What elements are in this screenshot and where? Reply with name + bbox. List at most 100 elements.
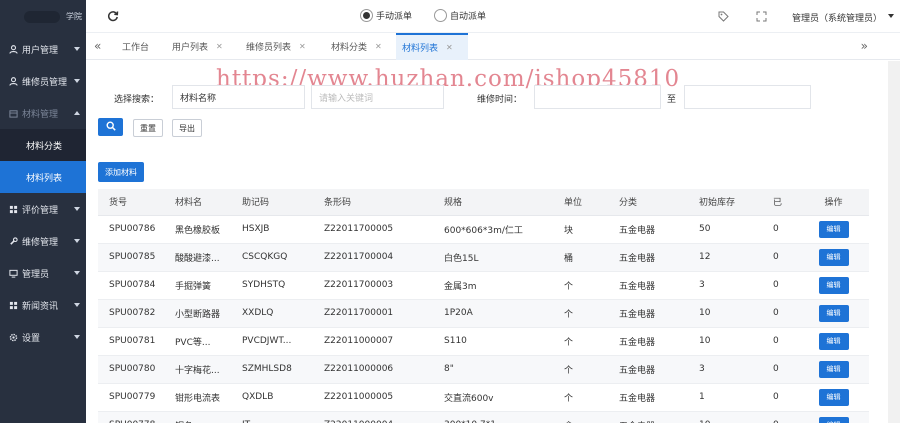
column-header[interactable]: 初始库存 <box>688 189 762 216</box>
table-cell: Z22011000005 <box>313 383 433 412</box>
sidebar-item-settings[interactable]: 设置 <box>0 321 86 353</box>
chevron-down-icon[interactable] <box>888 14 894 18</box>
edit-button[interactable]: 编辑 <box>818 416 849 423</box>
table-cell: 个 <box>553 271 608 300</box>
table-cell: PVC等... <box>164 327 231 356</box>
sidebar-item-admin[interactable]: 管理员 <box>0 257 86 289</box>
tabs-scroll-left-icon[interactable]: « <box>94 39 101 53</box>
sidebar-item-material-category[interactable]: 材料分类 <box>0 129 86 161</box>
table-cell: 钳形电流表 <box>164 383 231 412</box>
fullscreen-icon[interactable] <box>756 11 767 25</box>
table-cell: 0 <box>762 243 798 272</box>
edit-button[interactable]: 编辑 <box>818 248 849 266</box>
chevron-down-icon <box>74 335 80 339</box>
table-cell: Z22011000007 <box>313 327 433 356</box>
edit-button[interactable]: 编辑 <box>818 388 849 406</box>
close-icon[interactable]: ✕ <box>299 42 306 51</box>
close-icon[interactable]: ✕ <box>216 42 223 51</box>
column-header[interactable]: 单位 <box>553 189 608 216</box>
export-button[interactable]: 导出 <box>172 119 202 137</box>
table-cell: 0 <box>762 355 798 384</box>
table-cell: 个 <box>553 355 608 384</box>
sidebar-item-label: 材料列表 <box>26 173 63 184</box>
table-cell: 黑色橡胶板 <box>164 215 231 244</box>
sidebar-item-label: 新闻资讯 <box>22 301 59 312</box>
tab-repairer-list[interactable]: 维修员列表 ✕ <box>240 33 312 60</box>
column-header[interactable]: 条形码 <box>313 189 433 216</box>
search-field-select[interactable]: 材料名称 <box>172 85 305 109</box>
search-button[interactable] <box>98 118 123 136</box>
table-cell: 8" <box>433 355 553 384</box>
radio-auto-dispatch[interactable]: 自动派单 <box>434 9 486 22</box>
table-cell: Z22011700003 <box>313 271 433 300</box>
tab-material-list[interactable]: 材料列表 ✕ <box>396 33 468 60</box>
tabs-scroll-right-icon[interactable]: » <box>861 39 868 53</box>
table-cell: SPU00784 <box>98 271 164 300</box>
table-cell: 0 <box>762 327 798 356</box>
table-cell: 个 <box>553 327 608 356</box>
table-cell: JT <box>231 411 313 423</box>
start-date-input[interactable] <box>534 85 661 109</box>
close-icon[interactable]: ✕ <box>375 42 382 51</box>
table-row: SPU00781 PVC等... PVCDJWT... Z22011000007 S11… <box>98 327 869 356</box>
edit-button[interactable]: 编辑 <box>818 332 849 350</box>
admin-user-menu[interactable]: 管理员（系统管理员） <box>792 11 882 24</box>
materials-table: 货号 材料名 助记码 条形码 规格 单位 分类 初始库存 已 操作 SPU007… <box>98 189 869 423</box>
edit-button[interactable]: 编辑 <box>818 360 849 378</box>
actions-cell: 编辑 <box>798 327 869 356</box>
tab-material-category[interactable]: 材料分类 ✕ <box>325 33 388 60</box>
actions-cell: 编辑 <box>798 243 869 272</box>
column-header[interactable]: 规格 <box>433 189 553 216</box>
sidebar-item-user-management[interactable]: 用户管理 <box>0 33 86 65</box>
column-header[interactable]: 助记码 <box>231 189 313 216</box>
scrollbar[interactable] <box>888 61 900 423</box>
table-cell: 10 <box>688 299 762 328</box>
table-cell: 50 <box>688 215 762 244</box>
table-cell: Z22011700001 <box>313 299 433 328</box>
actions-cell: 编辑 <box>798 411 869 423</box>
search-field-value: 材料名称 <box>180 93 217 104</box>
sidebar-item-material-list[interactable]: 材料列表 <box>0 161 86 193</box>
table-cell: QXDLB <box>231 383 313 412</box>
table-row: SPU00782 小型断路器 XXDLQ Z22011700001 1P20A 个五金电器… <box>98 299 869 328</box>
sidebar-item-repairer-management[interactable]: 维修员管理 <box>0 65 86 97</box>
add-material-button[interactable]: 添加材料 <box>98 162 144 182</box>
column-header[interactable]: 分类 <box>608 189 688 216</box>
grid-icon <box>8 204 18 214</box>
keyword-input[interactable]: 请输入关键词 <box>311 85 444 109</box>
table-cell: SPU00778 <box>98 411 164 423</box>
refresh-icon[interactable] <box>107 10 119 22</box>
tab-dashboard[interactable]: 工作台 <box>116 33 155 60</box>
close-icon[interactable]: ✕ <box>446 43 453 52</box>
tab-label: 维修员列表 <box>246 43 292 53</box>
column-header[interactable]: 已 <box>762 189 798 216</box>
brand-text: 学院 <box>66 12 82 21</box>
sidebar-item-material-management[interactable]: 材料管理 <box>0 97 86 129</box>
sidebar-item-review-management[interactable]: 评价管理 <box>0 193 86 225</box>
reset-button[interactable]: 重置 <box>133 119 163 137</box>
column-header[interactable]: 材料名 <box>164 189 231 216</box>
sidebar-item-news[interactable]: 新闻资讯 <box>0 289 86 321</box>
sidebar-item-repair-management[interactable]: 维修管理 <box>0 225 86 257</box>
tab-label: 材料列表 <box>402 44 439 54</box>
brand-logo <box>24 10 60 23</box>
table-cell: 0 <box>762 383 798 412</box>
table-cell: S110 <box>433 327 553 356</box>
tab-user-list[interactable]: 用户列表 ✕ <box>166 33 229 60</box>
end-date-input[interactable] <box>684 85 811 109</box>
chevron-down-icon <box>74 239 80 243</box>
tag-icon[interactable] <box>718 11 729 25</box>
radio-manual-dispatch[interactable]: 手动派单 <box>360 9 412 22</box>
column-header[interactable]: 货号 <box>98 189 164 216</box>
topbar: 手动派单 自动派单 管理员（系统管理员） <box>86 0 900 33</box>
table-cell: 12 <box>688 243 762 272</box>
edit-button[interactable]: 编辑 <box>818 276 849 294</box>
sidebar-item-label: 用户管理 <box>22 45 59 56</box>
table-cell: SPU00780 <box>98 355 164 384</box>
edit-button[interactable]: 编辑 <box>818 220 849 238</box>
tab-bar: « 工作台 用户列表 ✕ 维修员列表 ✕ 材料分类 ✕ 材料列表 ✕ » <box>86 33 900 60</box>
edit-button[interactable]: 编辑 <box>818 304 849 322</box>
table-cell: 酸酸避漆... <box>164 243 231 272</box>
table-cell: Z22011700005 <box>313 215 433 244</box>
table-cell: 五金电器 <box>608 355 688 384</box>
